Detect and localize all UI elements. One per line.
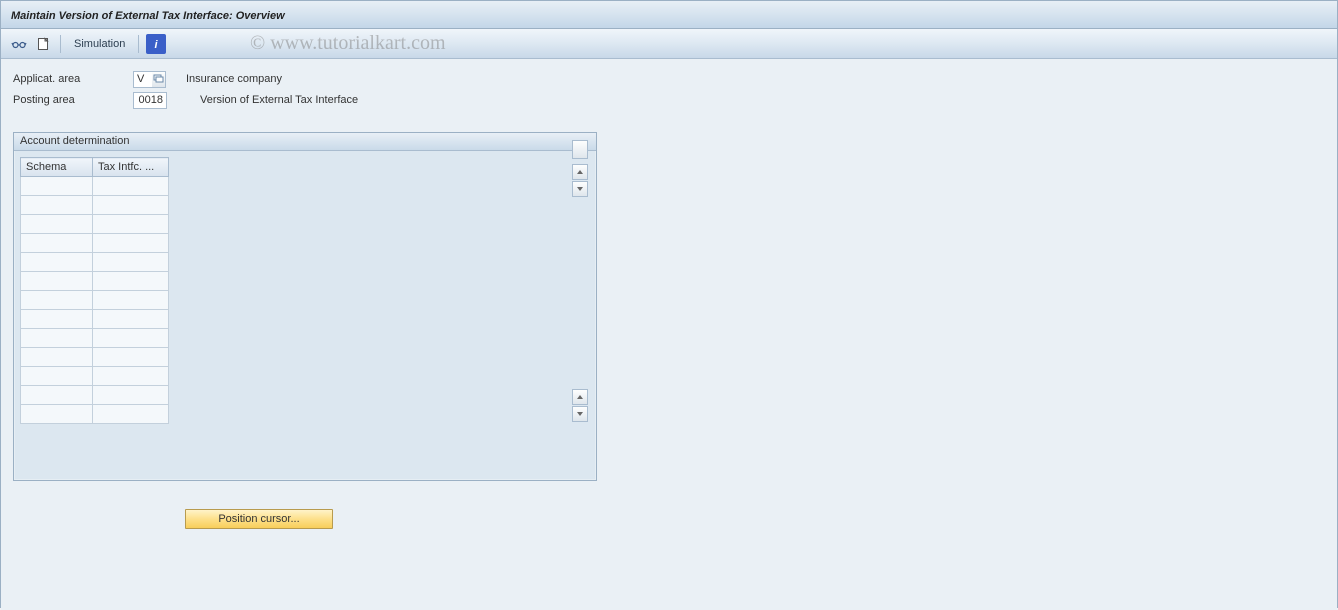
cell-schema[interactable] [21, 177, 93, 196]
toolbar-separator [138, 35, 139, 53]
cell-tax[interactable] [93, 272, 169, 291]
cell-schema[interactable] [21, 291, 93, 310]
cell-tax[interactable] [93, 196, 169, 215]
info-icon[interactable]: i [146, 34, 166, 54]
table-row[interactable] [21, 405, 169, 424]
application-toolbar: Simulation i [1, 29, 1337, 59]
account-determination-panel: Account determination Schema Tax Intfc. … [13, 132, 597, 481]
table-row[interactable] [21, 348, 169, 367]
cell-tax[interactable] [93, 329, 169, 348]
table-row[interactable] [21, 329, 169, 348]
posting-area-desc: Version of External Tax Interface [200, 94, 358, 106]
table-row[interactable] [21, 253, 169, 272]
field-row-posting-area: Posting area Version of External Tax Int… [13, 90, 1325, 110]
col-header-schema[interactable]: Schema [21, 158, 93, 177]
scroll-up-button[interactable] [572, 389, 588, 405]
cell-schema[interactable] [21, 348, 93, 367]
table-row[interactable] [21, 367, 169, 386]
table-row[interactable] [21, 234, 169, 253]
table-row[interactable] [21, 215, 169, 234]
table-row[interactable] [21, 177, 169, 196]
applicat-area-input[interactable] [133, 71, 153, 88]
glasses-icon[interactable] [9, 34, 29, 54]
applicat-area-desc: Insurance company [186, 73, 282, 85]
vertical-scrollbar [572, 164, 588, 422]
cell-schema[interactable] [21, 405, 93, 424]
cell-schema[interactable] [21, 272, 93, 291]
cell-tax[interactable] [93, 367, 169, 386]
cell-tax[interactable] [93, 215, 169, 234]
scroll-down-button[interactable] [572, 181, 588, 197]
cell-schema[interactable] [21, 310, 93, 329]
cell-tax[interactable] [93, 348, 169, 367]
cell-schema[interactable] [21, 386, 93, 405]
cell-schema[interactable] [21, 253, 93, 272]
position-cursor-button[interactable]: Position cursor... [185, 509, 333, 529]
scroll-down-button[interactable] [572, 406, 588, 422]
content-area: Applicat. area Insurance company Posting… [1, 59, 1337, 610]
col-header-tax[interactable]: Tax Intfc. ... [93, 158, 169, 177]
cell-tax[interactable] [93, 177, 169, 196]
cell-schema[interactable] [21, 215, 93, 234]
posting-area-input[interactable] [133, 92, 167, 109]
cell-tax[interactable] [93, 234, 169, 253]
table-row[interactable] [21, 310, 169, 329]
cell-tax[interactable] [93, 386, 169, 405]
table-row[interactable] [21, 272, 169, 291]
simulation-button[interactable]: Simulation [68, 38, 131, 50]
cell-tax[interactable] [93, 253, 169, 272]
table-header-row: Schema Tax Intfc. ... [21, 158, 169, 177]
cell-schema[interactable] [21, 234, 93, 253]
field-row-applicat-area: Applicat. area Insurance company [13, 69, 1325, 89]
table-row[interactable] [21, 386, 169, 405]
scroll-up-button[interactable] [572, 164, 588, 180]
cell-tax[interactable] [93, 291, 169, 310]
window-title-bar: Maintain Version of External Tax Interfa… [1, 1, 1337, 29]
cell-tax[interactable] [93, 310, 169, 329]
panel-title: Account determination [14, 133, 596, 151]
posting-area-label: Posting area [13, 94, 133, 106]
cell-schema[interactable] [21, 367, 93, 386]
toolbar-separator [60, 35, 61, 53]
table-row[interactable] [21, 291, 169, 310]
cell-schema[interactable] [21, 196, 93, 215]
account-determination-table[interactable]: Schema Tax Intfc. ... [20, 157, 169, 424]
table-row[interactable] [21, 196, 169, 215]
applicat-area-label: Applicat. area [13, 73, 133, 85]
grid-wrapper: Schema Tax Intfc. ... [20, 157, 590, 424]
value-help-icon[interactable] [152, 71, 166, 88]
svg-text:i: i [155, 39, 159, 50]
cell-tax[interactable] [93, 405, 169, 424]
cell-schema[interactable] [21, 329, 93, 348]
new-page-icon[interactable] [33, 34, 53, 54]
window-title: Maintain Version of External Tax Interfa… [11, 10, 285, 22]
